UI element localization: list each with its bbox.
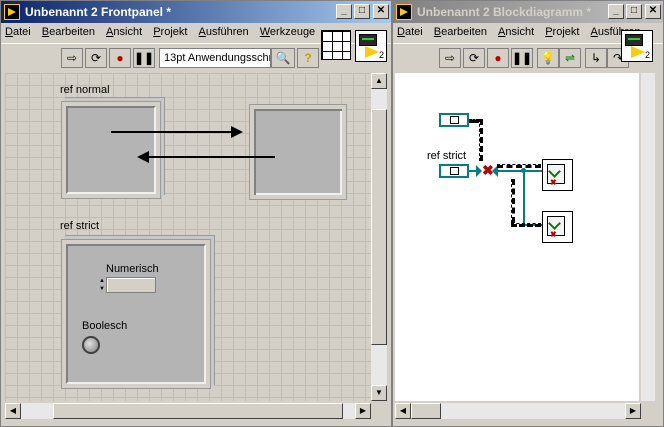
vi-icon-arrow-icon: [365, 46, 379, 58]
block-diagram-vscrollbar[interactable]: [641, 73, 655, 401]
run-continuously-icon[interactable]: ⟳: [85, 48, 107, 68]
menu-datei[interactable]: Datei: [393, 23, 427, 38]
connector-pane-icon[interactable]: [321, 30, 351, 60]
scroll-right-arrow-icon[interactable]: ▶: [625, 403, 641, 419]
block-diagram-window: Unbenannt 2 Blockdiagramm * _ □ ✕ Datei …: [392, 0, 664, 427]
arrow-left-head-icon: [137, 151, 149, 163]
scroll-left-arrow-icon[interactable]: ◀: [395, 403, 411, 419]
hscroll-thumb[interactable]: [53, 403, 343, 419]
hscroll-thumb[interactable]: [411, 403, 441, 419]
ref-normal-wire[interactable]: [469, 119, 479, 123]
maximize-button[interactable]: □: [626, 4, 642, 19]
property-node-2[interactable]: ✖: [542, 211, 573, 243]
dashed-wire-down[interactable]: [511, 179, 515, 223]
menu-projekt[interactable]: Projekt: [541, 23, 583, 38]
highlight-execution-icon[interactable]: 💡: [537, 48, 559, 68]
scroll-down-arrow-icon[interactable]: ▼: [371, 385, 387, 401]
menu-ausfuehren[interactable]: Ausführen: [195, 23, 253, 38]
numeric-label: Numerisch: [106, 263, 159, 275]
scroll-up-arrow-icon[interactable]: ▲: [371, 73, 387, 89]
front-panel-canvas[interactable]: ref normal ref strict Numerisch ▲ ▼ Boole…: [5, 73, 371, 401]
block-diagram-title: Unbenannt 2 Blockdiagramm *: [417, 5, 592, 19]
abort-icon[interactable]: ●: [109, 48, 131, 68]
ref-strict-terminal-label: ref strict: [427, 150, 467, 162]
minimize-button[interactable]: _: [608, 4, 624, 19]
scroll-left-arrow-icon[interactable]: ◀: [5, 403, 21, 419]
abort-icon[interactable]: ●: [487, 48, 509, 68]
vi-icon[interactable]: 2: [355, 30, 387, 62]
vi-icon-arrow-icon: [631, 46, 645, 58]
target-control[interactable]: [249, 104, 347, 200]
block-diagram-hscrollbar[interactable]: ◀ ▶: [395, 403, 641, 419]
block-diagram-toolbar: ⇨ ⟳ ● ❚❚ 💡 ⇌ ↳ ↷ 2: [393, 30, 663, 71]
run-arrow-icon[interactable]: ⇨: [439, 48, 461, 68]
vi-icon-number: 2: [644, 50, 650, 60]
coercion-dot-icon: ✖: [482, 162, 494, 178]
wire-down[interactable]: [523, 171, 525, 225]
ref-strict-control[interactable]: Numerisch ▲ ▼ Boolesch: [61, 239, 211, 389]
wire-to-node-1[interactable]: [523, 170, 543, 172]
arrow-right: [111, 131, 239, 133]
close-button[interactable]: ✕: [373, 4, 389, 19]
numeric-indicator[interactable]: [106, 277, 156, 293]
run-continuously-icon[interactable]: ⟳: [463, 48, 485, 68]
context-help-icon[interactable]: ?: [297, 48, 319, 68]
minimize-button[interactable]: _: [336, 4, 352, 19]
menu-bearbeiten[interactable]: Bearbeiten: [38, 23, 99, 38]
front-panel-window: Unbenannt 2 Frontpanel * _ □ ✕ Datei Bea…: [0, 0, 392, 427]
boolean-label: Boolesch: [82, 320, 128, 332]
vi-icon-number: 2: [378, 50, 384, 60]
front-panel-hscrollbar[interactable]: ◀ ▶: [5, 403, 371, 419]
ref-strict-label: ref strict: [60, 220, 100, 232]
menu-werkzeuge[interactable]: Werkzeuge: [256, 23, 319, 38]
menu-ansicht[interactable]: Ansicht: [494, 23, 538, 38]
font-selector[interactable]: 13pt Anwendungsschriftart: [159, 48, 271, 68]
close-button[interactable]: ✕: [645, 4, 661, 19]
boolean-led[interactable]: [82, 336, 100, 354]
scroll-right-arrow-icon[interactable]: ▶: [355, 403, 371, 419]
dashed-wire-to-node-2[interactable]: [511, 223, 541, 227]
vi-icon-screen-icon: [625, 34, 643, 46]
front-panel-title: Unbenannt 2 Frontpanel *: [25, 5, 172, 19]
front-panel-vscrollbar[interactable]: ▲ ▼: [371, 73, 387, 401]
align-objects-icon[interactable]: 🔍: [271, 48, 295, 68]
ref-strict-terminal[interactable]: [439, 164, 469, 178]
arrow-right-head-icon: [231, 126, 243, 138]
dashed-output-wire[interactable]: [497, 164, 541, 168]
menu-bearbeiten[interactable]: Bearbeiten: [430, 23, 491, 38]
retain-wire-values-icon[interactable]: ⇌: [559, 48, 581, 68]
maximize-button[interactable]: □: [354, 4, 370, 19]
vscroll-thumb[interactable]: [371, 109, 387, 345]
ref-normal-terminal[interactable]: [439, 113, 469, 127]
error-x-icon: ✖: [550, 178, 557, 187]
error-x-icon: ✖: [550, 230, 557, 239]
ref-normal-wire-vertical[interactable]: [479, 119, 483, 161]
front-panel-titlebar[interactable]: Unbenannt 2 Frontpanel * _ □ ✕: [1, 1, 391, 23]
arrow-left: [145, 156, 275, 158]
block-diagram-canvas[interactable]: ref strict ✖ ✖ ✖: [395, 73, 639, 401]
menu-projekt[interactable]: Projekt: [149, 23, 191, 38]
pause-icon[interactable]: ❚❚: [133, 48, 155, 68]
labview-app-icon: [396, 4, 412, 20]
numeric-increment-icon[interactable]: ▲ ▼: [99, 277, 105, 293]
labview-app-icon: [4, 4, 20, 20]
output-wire[interactable]: [497, 170, 523, 172]
property-node-1[interactable]: ✖: [542, 159, 573, 191]
vi-icon-screen-icon: [359, 34, 377, 46]
ref-normal-label: ref normal: [60, 84, 110, 96]
menu-datei[interactable]: Datei: [1, 23, 35, 38]
menu-ansicht[interactable]: Ansicht: [102, 23, 146, 38]
ref-normal-control[interactable]: [61, 101, 161, 199]
refnum-glyph-icon: [450, 167, 459, 175]
front-panel-toolbar: ⇨ ⟳ ● ❚❚ 13pt Anwendungsschriftart 🔍 ? 2: [1, 30, 391, 71]
step-into-icon[interactable]: ↳: [585, 48, 607, 68]
block-diagram-titlebar[interactable]: Unbenannt 2 Blockdiagramm * _ □ ✕: [393, 1, 663, 23]
ref-normal-inner: [66, 106, 156, 194]
pause-icon[interactable]: ❚❚: [511, 48, 533, 68]
refnum-glyph-icon: [450, 116, 459, 124]
run-arrow-icon[interactable]: ⇨: [61, 48, 83, 68]
vi-icon[interactable]: 2: [621, 30, 653, 62]
